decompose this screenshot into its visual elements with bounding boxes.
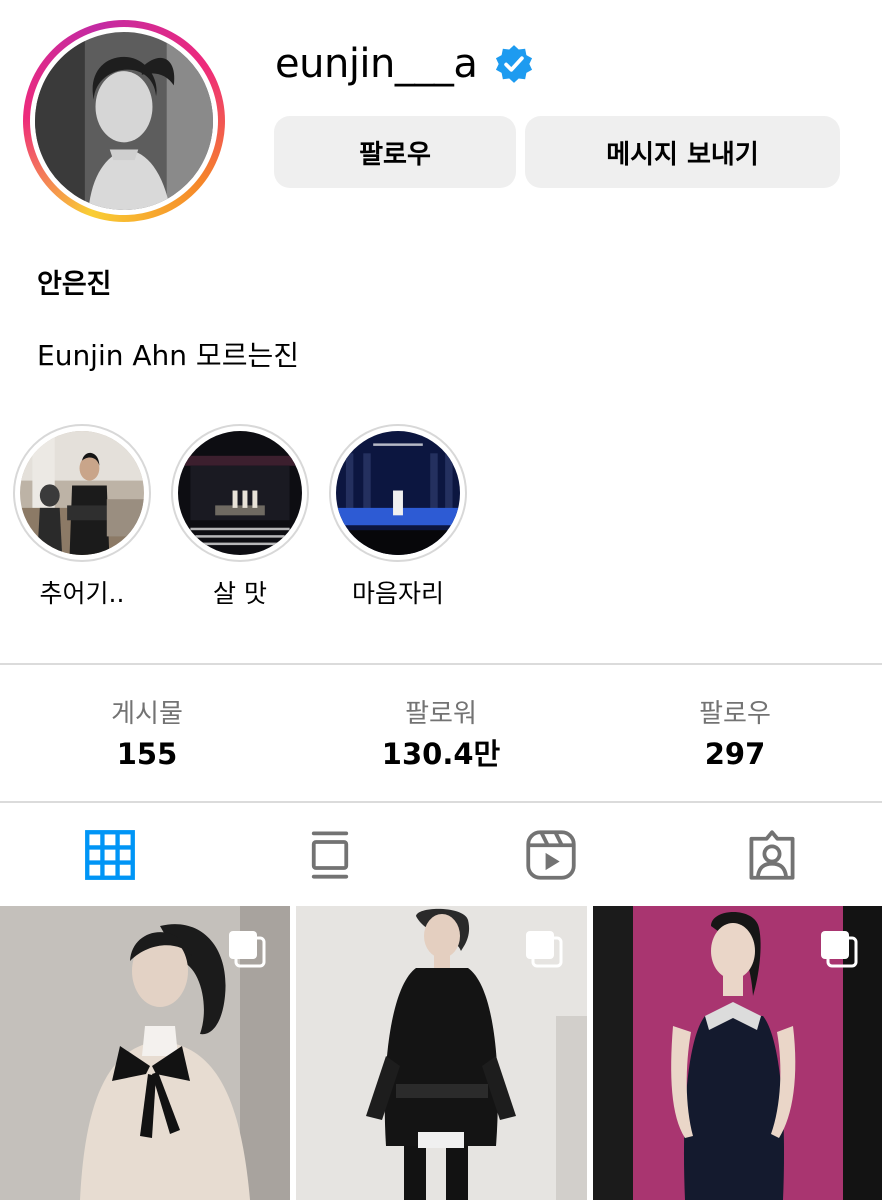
stat-following-value: 297 [704, 737, 766, 771]
highlight-thumbnail [20, 431, 144, 555]
avatar-photo [35, 32, 213, 210]
highlight-2[interactable]: 살 맛 [171, 424, 309, 608]
feed-icon [311, 831, 349, 879]
highlight-label: 마음자리 [351, 579, 444, 608]
bio-text: Eunjin Ahn 모르는진 [37, 339, 299, 372]
profile-avatar[interactable] [23, 20, 225, 222]
tagged-icon [749, 830, 795, 880]
highlight-3[interactable]: 마음자리 [329, 424, 467, 608]
highlight-label: 추어기.. [39, 579, 125, 608]
reels-icon [526, 830, 576, 880]
highlight-label: 살 맛 [213, 579, 267, 608]
highlight-ring [13, 424, 151, 562]
stat-posts[interactable]: 게시물 155 [0, 696, 294, 774]
post-tile-3[interactable] [593, 906, 882, 1200]
stat-followers-value: 130.4만 [381, 737, 501, 771]
stat-posts-value: 155 [116, 737, 178, 771]
stat-following-label: 팔로우 [699, 699, 771, 729]
divider [0, 801, 882, 803]
highlight-1[interactable]: 추어기.. [13, 424, 151, 608]
multiple-photos-icon [229, 931, 266, 968]
highlight-ring [329, 424, 467, 562]
divider [0, 663, 882, 665]
verified-badge-icon [496, 45, 533, 83]
follow-button[interactable]: 팔로우 [274, 116, 516, 188]
post-tile-2[interactable] [296, 906, 587, 1200]
multiple-photos-icon [526, 931, 563, 968]
post-tile-1[interactable] [0, 906, 290, 1200]
stat-followers-label: 팔로워 [405, 699, 477, 729]
highlight-thumbnail [336, 431, 460, 555]
username: eunjin___a [275, 41, 478, 87]
tab-reels[interactable] [441, 826, 661, 884]
stat-followers[interactable]: 팔로워 130.4만 [294, 696, 588, 774]
stat-following[interactable]: 팔로우 297 [588, 696, 882, 774]
tab-grid[interactable] [0, 826, 220, 884]
message-button[interactable]: 메시지 보내기 [525, 116, 840, 188]
tab-feed[interactable] [220, 826, 440, 884]
highlight-thumbnail [178, 431, 302, 555]
display-name: 안은진 [37, 269, 112, 300]
highlight-ring [171, 424, 309, 562]
stat-posts-label: 게시물 [111, 699, 183, 729]
tab-tagged[interactable] [662, 826, 882, 884]
multiple-photos-icon [821, 931, 858, 968]
grid-icon [85, 830, 135, 880]
username-row: eunjin___a [275, 38, 535, 90]
